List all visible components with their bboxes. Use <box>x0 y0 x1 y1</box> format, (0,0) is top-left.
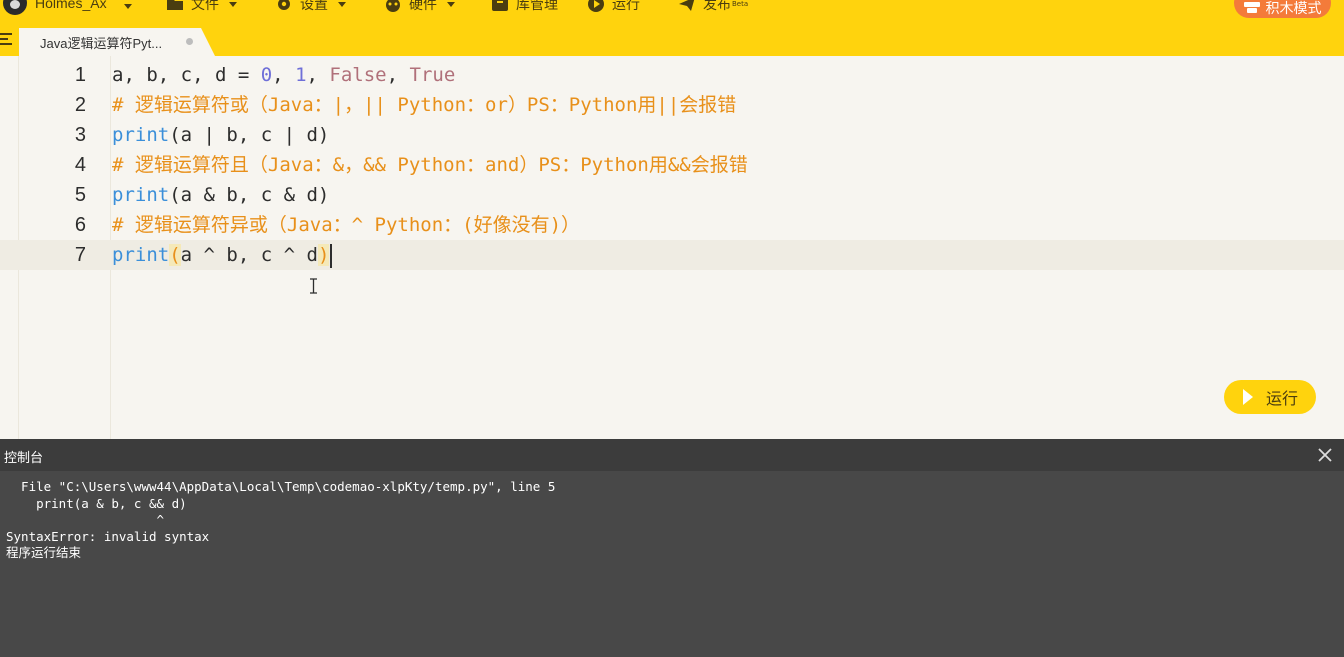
line-number: 3 <box>74 124 86 146</box>
menu-run[interactable]: 运行 <box>587 0 640 14</box>
line-number: 5 <box>74 184 86 206</box>
code-token: # 逻辑运算符或（Java：|，|| Python：or）PS：Python用|… <box>112 94 737 116</box>
gear-icon <box>278 0 290 10</box>
chevron-down-icon <box>338 1 346 7</box>
line-number: 1 <box>74 64 86 86</box>
hardware-icon <box>386 0 400 12</box>
code-token: print <box>112 244 170 266</box>
code-text[interactable]: # 逻辑运算符或（Java：|，|| Python：or）PS：Python用|… <box>112 90 736 120</box>
menu-library[interactable]: 库管理 <box>491 0 558 14</box>
code-line[interactable]: 7 print(a ^ b, c ^ d) <box>0 240 1344 270</box>
chevron-down-icon <box>447 1 455 7</box>
code-token: 0 <box>260 64 273 86</box>
block-mode-label: 积木模式 <box>1265 1 1322 17</box>
menu-library-label: 库管理 <box>516 0 558 13</box>
code-line[interactable]: 4 # 逻辑运算符且（Java：&，&& Python：and）PS：Python… <box>0 150 1344 180</box>
code-text[interactable]: # 逻辑运算符异或（Java：^ Python：(好像没有)） <box>112 210 580 240</box>
code-line[interactable]: 1 a, b, c, d = 0, 1, False, True <box>0 60 1344 90</box>
play-circle-icon <box>588 0 604 12</box>
line-number: 2 <box>74 94 86 116</box>
menu-settings-label: 设置 <box>300 0 328 13</box>
block-mode-button[interactable]: 积木模式 <box>1234 0 1331 18</box>
code-token: a ^ b, c ^ d <box>180 244 318 266</box>
text-caret <box>330 243 333 268</box>
code-line[interactable]: 5 print(a & b, c & d) <box>0 180 1344 210</box>
menu-file[interactable]: 文件 <box>166 0 237 14</box>
code-token: ( <box>169 244 181 266</box>
top-menu-bar: Holmes_Ax 文件 设置 硬件 库管理 运行 发布 Beta 积木模式 <box>0 0 1344 20</box>
menu-publish[interactable]: 发布 Beta <box>678 0 748 14</box>
menu-settings[interactable]: 设置 <box>275 0 346 14</box>
code-line[interactable]: 3 print(a | b, c | d) <box>0 120 1344 150</box>
unsaved-dot-icon[interactable] <box>186 38 193 45</box>
username[interactable]: Holmes_Ax <box>35 0 107 11</box>
menu-file-label: 文件 <box>191 0 219 13</box>
code-text[interactable]: # 逻辑运算符且（Java：&，&& Python：and）PS：Python用… <box>112 150 748 180</box>
menu-hardware-label: 硬件 <box>409 0 437 13</box>
console-title: 控制台 <box>4 451 44 466</box>
line-number: 6 <box>74 214 86 236</box>
close-icon[interactable] <box>1317 447 1333 463</box>
code-token: , <box>306 64 330 86</box>
chevron-down-icon <box>229 1 237 7</box>
code-token: 1 <box>295 64 307 86</box>
console-output-area: File "C:\Users\www44\AppData\Local\Temp\… <box>0 471 1344 657</box>
tab-file[interactable]: Java逻辑运算符Pyt... <box>19 28 215 56</box>
file-list-toggle-icon[interactable] <box>0 33 12 45</box>
run-button[interactable]: 运行 <box>1224 380 1316 414</box>
code-line[interactable]: 2 # 逻辑运算符或（Java：|，|| Python：or）PS：Python用… <box>0 90 1344 120</box>
code-text[interactable]: print(a | b, c | d) <box>112 120 329 150</box>
code-token: print <box>112 184 170 206</box>
code-token: ) <box>317 244 330 266</box>
code-line[interactable]: 6 # 逻辑运算符异或（Java：^ Python：(好像没有)） <box>0 210 1344 240</box>
code-token: # 逻辑运算符异或（Java：^ Python：(好像没有)） <box>112 214 581 236</box>
code-token: (a & b, c & d) <box>169 184 330 206</box>
code-token: a, b, c, d = <box>112 64 261 86</box>
play-icon <box>1243 389 1253 405</box>
send-icon <box>679 0 695 11</box>
tab-bar: Java逻辑运算符Pyt... <box>0 20 1344 56</box>
menu-hardware[interactable]: 硬件 <box>384 0 455 14</box>
blocks-icon <box>1243 2 1260 13</box>
code-token: , <box>272 64 296 86</box>
menu-publish-label: 发布 <box>703 0 731 13</box>
user-avatar[interactable] <box>3 0 27 15</box>
code-token: False <box>329 64 387 86</box>
user-dropdown-chevron-icon[interactable] <box>124 4 132 9</box>
console-header: 控制台 <box>0 439 1344 471</box>
code-token: (a | b, c | d) <box>169 124 330 146</box>
run-button-label: 运行 <box>1266 389 1299 408</box>
folder-icon <box>167 0 183 10</box>
console-output: File "C:\Users\www44\AppData\Local\Temp\… <box>6 479 556 560</box>
line-number: 4 <box>74 154 86 176</box>
code-text[interactable]: print(a & b, c & d) <box>112 180 329 210</box>
code-text[interactable]: a, b, c, d = 0, 1, False, True <box>112 60 455 90</box>
beta-badge: Beta <box>732 0 749 8</box>
library-icon <box>492 0 508 11</box>
code-token: # 逻辑运算符且（Java：&，&& Python：and）PS：Python用… <box>112 154 748 176</box>
code-editor[interactable]: 1 a, b, c, d = 0, 1, False, True 2 # 逻辑运算符或… <box>0 56 1344 439</box>
line-number: 7 <box>74 244 86 266</box>
code-token: print <box>112 124 170 146</box>
tab-file-label: Java逻辑运算符Pyt... <box>40 36 163 51</box>
code-text[interactable]: print(a ^ b, c ^ d) <box>112 240 333 270</box>
code-token: , <box>386 64 410 86</box>
text-cursor-ibeam-icon <box>310 278 317 294</box>
menu-run-label: 运行 <box>612 0 640 13</box>
code-token: True <box>409 64 456 86</box>
